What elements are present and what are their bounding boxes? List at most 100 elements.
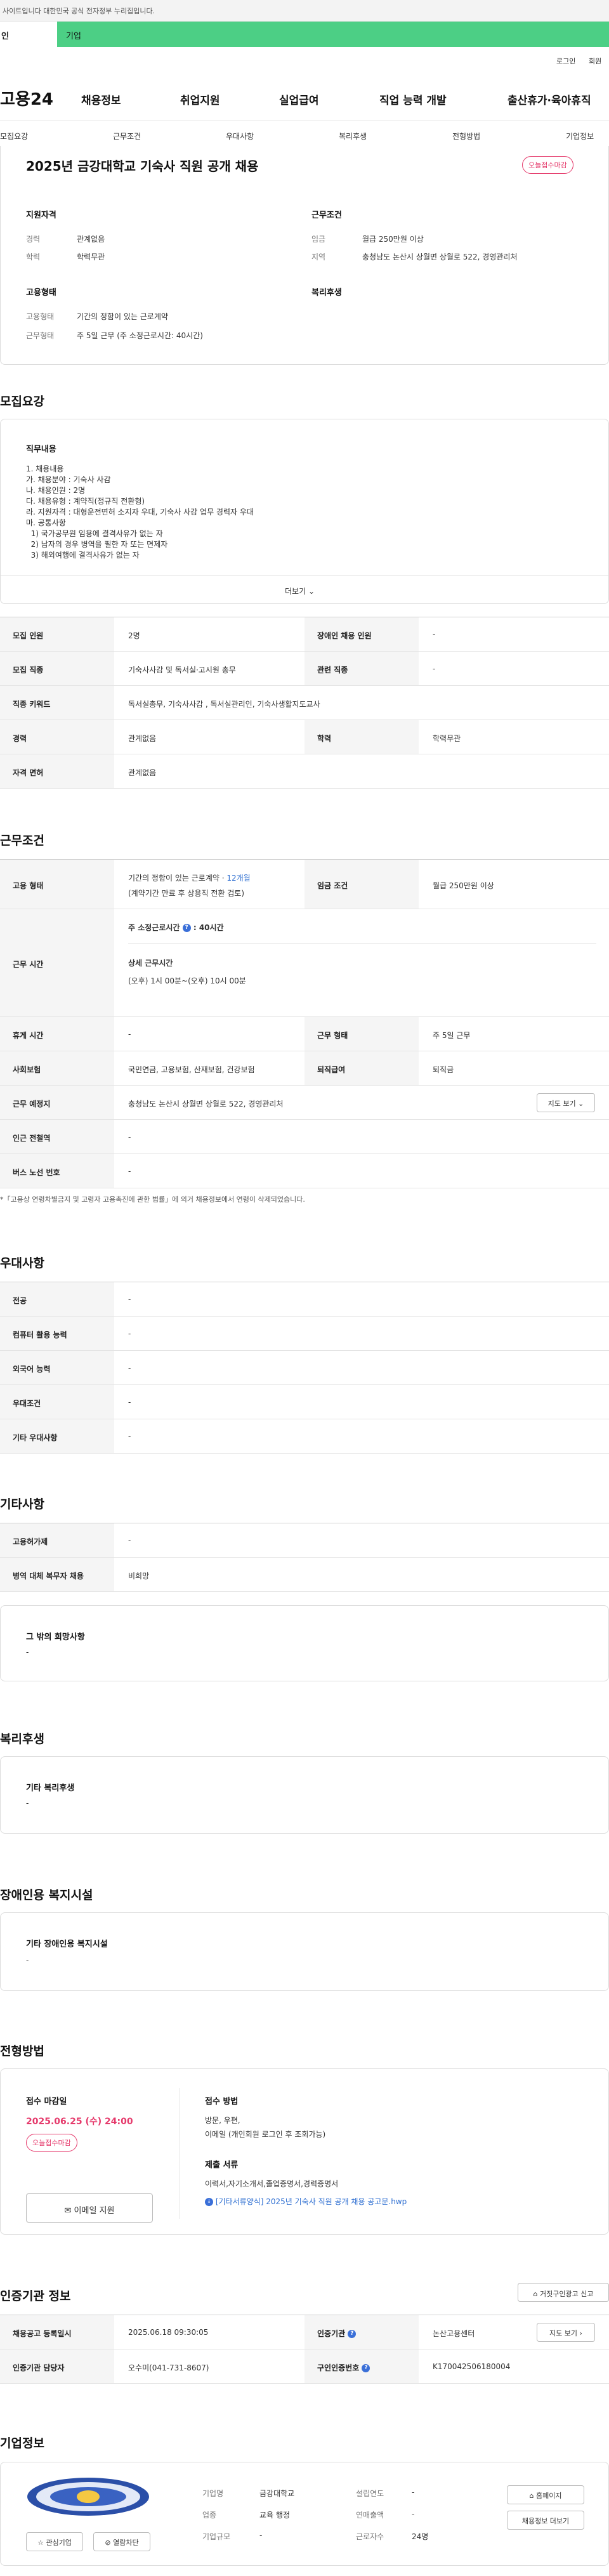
- row-label: 버스 노선 번호: [0, 1154, 114, 1188]
- company-field-label: 업종: [202, 2511, 217, 2520]
- row-label: 퇴직급여: [304, 1051, 419, 1085]
- apply-card: 접수 마감일 2025.06.25 (수) 24:00 오늘접수마감 ✉ 이메일…: [0, 2068, 609, 2235]
- disabled-box-value: -: [26, 1956, 29, 1965]
- more-jobs-button[interactable]: 채용정보 더보기: [507, 2511, 584, 2530]
- gnb-parental-leave[interactable]: 출산휴가·육아휴직: [508, 91, 591, 107]
- site-logo[interactable]: 고용24: [0, 86, 53, 110]
- tab-personal[interactable]: 인: [0, 22, 57, 47]
- ban-icon: ⊘: [105, 2539, 111, 2547]
- row-label: 휴게 시간: [0, 1017, 114, 1051]
- row-value: -: [128, 1295, 131, 1304]
- row-label: 고용 형태: [0, 860, 114, 909]
- homepage-button[interactable]: ⌂ 홈페이지: [507, 2485, 584, 2504]
- email-apply-button[interactable]: ✉ 이메일 지원: [26, 2193, 153, 2223]
- row-label: 모집 직종: [0, 652, 114, 685]
- favorite-button[interactable]: ☆ 관심기업: [26, 2532, 83, 2551]
- row-value: -: [128, 1329, 131, 1338]
- row-value: 주 5일 근무: [433, 1031, 471, 1040]
- gov-notice-bar: 사이트입니다 대한민국 공식 전자정부 누리집입니다.: [0, 0, 609, 22]
- summary-card: 2025년 금강대학교 기숙사 직원 공개 채용 오늘접수마감 지원자격 경력 …: [0, 146, 609, 365]
- emp-months: 12개월: [226, 874, 251, 883]
- attachment-name: [기타서류양식] 2025년 기숙사 직원 공개 채용 공고문.hwp: [215, 2197, 407, 2206]
- more-button[interactable]: 더보기 ⌄: [285, 586, 315, 596]
- join-link[interactable]: 회원: [589, 56, 601, 66]
- subnav-welfare[interactable]: 복리후생: [339, 131, 367, 141]
- cert-agency: 논산고용센터: [433, 2329, 475, 2338]
- login-link[interactable]: 로그인: [556, 56, 575, 66]
- row-label: 학력: [304, 720, 419, 754]
- table-row: 고용 형태 기간의 정함이 있는 근로계약 · 12개월 (계약기간 만료 후 …: [0, 860, 609, 909]
- row-value: -: [433, 664, 436, 673]
- row-value: -: [128, 1536, 131, 1545]
- report-button[interactable]: ⌂ 거짓구인광고 신고: [518, 2283, 609, 2302]
- type-work-value: 주 5일 근무 (주 소정근로시간: 40시간): [77, 331, 203, 340]
- company-field-label: 기업규모: [202, 2532, 231, 2541]
- row-label: 근무 시간: [0, 909, 114, 1016]
- block-label: 열람차단: [113, 2539, 139, 2547]
- help-icon[interactable]: ?: [348, 2330, 357, 2338]
- type-work-label: 근무형태: [26, 331, 55, 340]
- subnav-preference[interactable]: 우대사항: [226, 131, 254, 141]
- gnb-training[interactable]: 직업 능력 개발: [379, 91, 447, 107]
- report-label: 거짓구인광고 신고: [540, 2290, 594, 2298]
- table-row: 근무 시간 주 소정근로시간 ? : 40시간 상세 근무시간 (오후) 1시 …: [0, 909, 609, 1017]
- chevron-down-icon: ⌄: [308, 587, 315, 596]
- company-card: ☆ 관심기업 ⊘ 열람차단 기업명 금강대학교 업종 교육 행정 기업규모 - …: [0, 2462, 609, 2566]
- help-icon[interactable]: ?: [362, 2364, 370, 2372]
- row-label: 관련 직종: [304, 652, 419, 685]
- recruit-table: 모집 인원 2명 장애인 채용 인원 - 모집 직종 기숙사사감 및 독서실·고…: [0, 617, 609, 789]
- agency-map-button[interactable]: 지도 보기 ›: [537, 2323, 595, 2342]
- table-row: 컴퓨터 활용 능력 -: [0, 1317, 609, 1351]
- company-size: -: [259, 2531, 263, 2540]
- hours-detail-title: 상세 근무시간: [128, 959, 173, 968]
- row-value: 독서실총무, 기숙사사감 , 독서실관리인, 기숙사생활지도교사: [128, 700, 320, 709]
- map-button[interactable]: 지도 보기 ⌄: [537, 1093, 595, 1112]
- emp-sub: (계약기간 만료 후 상용직 전환 검토): [128, 889, 244, 898]
- gnb-jobs[interactable]: 채용정보: [81, 91, 121, 107]
- duty-text: 1. 채용내용 가. 채용분야 : 기숙사 사감 나. 채용인원 : 2명 다.…: [26, 464, 254, 560]
- deadline-value: 2025.06.25 (수) 24:00: [26, 2117, 133, 2127]
- block-button[interactable]: ⊘ 열람차단: [93, 2532, 150, 2551]
- subnav-selection[interactable]: 전형방법: [452, 131, 480, 141]
- row-label: 인증기관 담당자: [0, 2349, 114, 2383]
- subnav-recruit[interactable]: 모집요강: [0, 131, 28, 141]
- subnav-company[interactable]: 기업정보: [566, 131, 594, 141]
- etc-box-value: -: [26, 1648, 29, 1657]
- row-label: 구인인증번호 ?: [304, 2349, 419, 2383]
- tab-company[interactable]: 기업: [66, 29, 81, 41]
- cert-contact: 오수미(041-731-8607): [128, 2363, 209, 2372]
- row-label: 장애인 채용 인원: [304, 617, 419, 651]
- welfare-section-title: 복리후생: [0, 1732, 44, 1746]
- help-icon[interactable]: ?: [182, 924, 191, 932]
- reg-date: 2025.06.18 09:30:05: [128, 2328, 209, 2337]
- method-title: 접수 방법: [205, 2097, 239, 2106]
- company-section-title: 기업정보: [0, 2436, 44, 2450]
- subnav-conditions[interactable]: 근무조건: [113, 131, 141, 141]
- row-label: 인근 전철역: [0, 1120, 114, 1153]
- disabled-box-title: 기타 장애인용 복지시설: [26, 1940, 108, 1949]
- row-value: 관계없음: [128, 734, 157, 743]
- row-value: 기숙사사감 및 독서실·고시원 총무: [128, 666, 236, 674]
- row-value: -: [433, 630, 436, 639]
- cert-agency-label: 인증기관: [317, 2329, 346, 2338]
- table-row: 채용공고 등록일시 2025.06.18 09:30:05 인증기관 ? 논산고…: [0, 2315, 609, 2349]
- row-label: 경력: [0, 720, 114, 754]
- row-value: -: [128, 1133, 131, 1141]
- attachment-link[interactable]: ↓ [기타서류양식] 2025년 기숙사 직원 공개 채용 공고문.hwp: [205, 2196, 407, 2207]
- row-label: 채용공고 등록일시: [0, 2315, 114, 2349]
- table-row: 인근 전철역 -: [0, 1120, 609, 1154]
- gnb-employment-support[interactable]: 취업지원: [180, 91, 220, 107]
- gnb-unemployment[interactable]: 실업급여: [279, 91, 319, 107]
- hours-summary: 주 소정근로시간 ? : 40시간: [128, 922, 224, 933]
- row-value: -: [128, 1432, 131, 1441]
- company-name: 금강대학교: [259, 2489, 295, 2498]
- etc-box: 그 밖의 희망사항 -: [0, 1605, 609, 1681]
- cert-number-label: 구인인증번호: [317, 2363, 360, 2372]
- row-label: 컴퓨터 활용 능력: [0, 1317, 114, 1350]
- table-row: 사회보험 국민연금, 고용보험, 산재보험, 건강보험 퇴직급여 퇴직금: [0, 1051, 609, 1086]
- cond-title: 근무조건: [311, 211, 342, 220]
- table-row: 전공 -: [0, 1282, 609, 1317]
- map-button-label: 지도 보기: [547, 1100, 576, 1108]
- apply-section-title: 전형방법: [0, 2044, 44, 2058]
- homepage-label: 홈페이지: [536, 2492, 562, 2500]
